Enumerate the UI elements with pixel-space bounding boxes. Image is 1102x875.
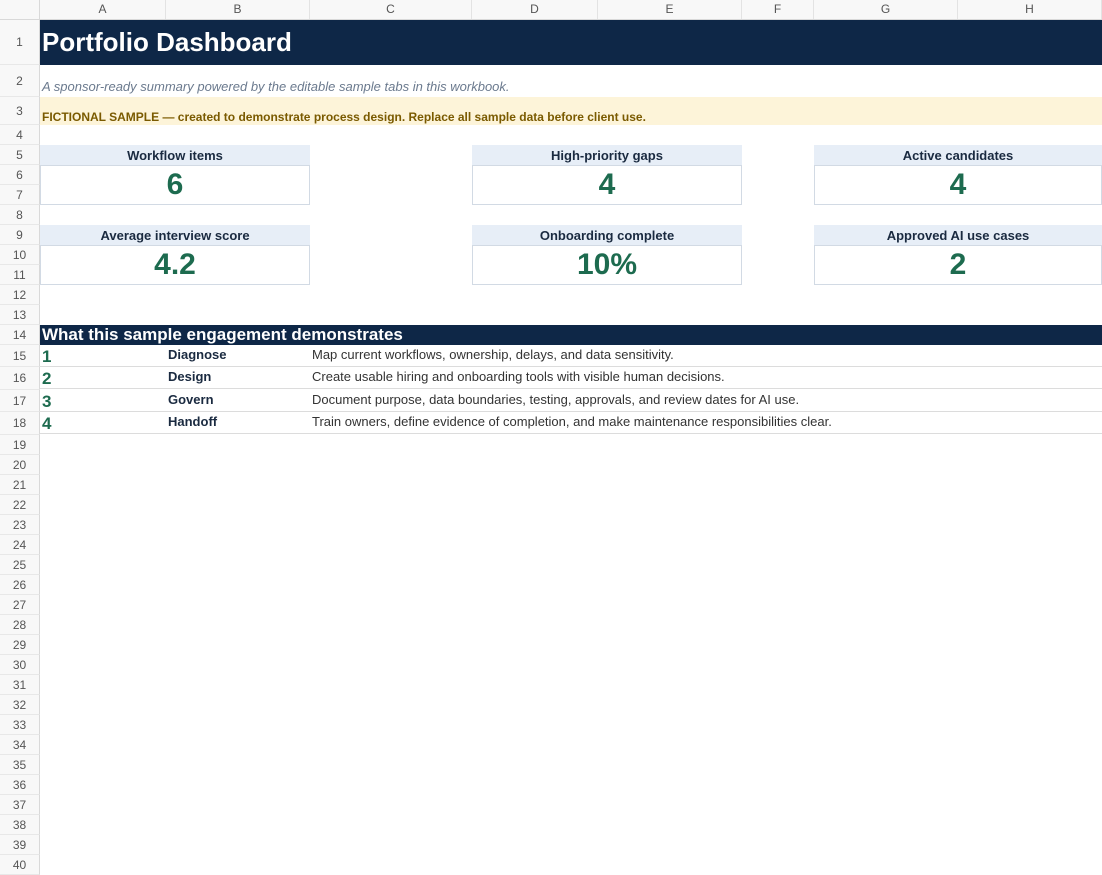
kpi-label-high-priority-gaps: High-priority gaps bbox=[472, 145, 742, 165]
row-header[interactable]: 8 bbox=[0, 205, 40, 225]
step-row[interactable]: 4 Handoff Train owners, define evidence … bbox=[40, 412, 1102, 434]
row-header[interactable]: 17 bbox=[0, 390, 40, 412]
select-all-corner[interactable] bbox=[0, 0, 40, 19]
subtitle: A sponsor-ready summary powered by the e… bbox=[42, 79, 510, 94]
row-header[interactable]: 37 bbox=[0, 795, 40, 815]
step-row[interactable]: 1 Diagnose Map current workflows, owners… bbox=[40, 345, 1102, 367]
step-description: Map current workflows, ownership, delays… bbox=[312, 347, 674, 362]
page-title: Portfolio Dashboard bbox=[42, 27, 292, 57]
kpi-value-high-priority-gaps[interactable]: 4 bbox=[472, 165, 742, 205]
step-row[interactable]: 2 Design Create usable hiring and onboar… bbox=[40, 367, 1102, 389]
kpi-label-workflow-items: Workflow items bbox=[40, 145, 310, 165]
step-name: Diagnose bbox=[168, 347, 227, 362]
kpi-label-onboarding-complete: Onboarding complete bbox=[472, 225, 742, 245]
kpi-label-average-interview-score: Average interview score bbox=[40, 225, 310, 245]
column-header-e[interactable]: E bbox=[598, 0, 742, 19]
row-header[interactable]: 27 bbox=[0, 595, 40, 615]
row-header[interactable]: 2 bbox=[0, 65, 40, 97]
step-name: Handoff bbox=[168, 414, 218, 429]
step-name: Design bbox=[168, 369, 212, 384]
row-header[interactable]: 35 bbox=[0, 755, 40, 775]
step-number: 3 bbox=[42, 392, 52, 411]
row-header[interactable]: 33 bbox=[0, 715, 40, 735]
row-header[interactable]: 39 bbox=[0, 835, 40, 855]
column-header-bar: A B C D E F G H bbox=[0, 0, 1102, 20]
column-header-h[interactable]: H bbox=[958, 0, 1102, 19]
row-header[interactable]: 31 bbox=[0, 675, 40, 695]
row-header[interactable]: 23 bbox=[0, 515, 40, 535]
row-header[interactable]: 10 bbox=[0, 245, 40, 265]
row-header[interactable]: 13 bbox=[0, 305, 40, 325]
step-number: 4 bbox=[42, 414, 52, 433]
column-header-a[interactable]: A bbox=[40, 0, 166, 19]
section-header-band: What this sample engagement demonstrates bbox=[40, 325, 1102, 345]
step-description: Train owners, define evidence of complet… bbox=[312, 414, 832, 429]
kpi-value-active-candidates[interactable]: 4 bbox=[814, 165, 1102, 205]
row-header[interactable]: 24 bbox=[0, 535, 40, 555]
step-description: Document purpose, data boundaries, testi… bbox=[312, 392, 800, 407]
row-header[interactable]: 34 bbox=[0, 735, 40, 755]
row-header[interactable]: 20 bbox=[0, 455, 40, 475]
row-header[interactable]: 38 bbox=[0, 815, 40, 835]
row-header[interactable]: 26 bbox=[0, 575, 40, 595]
row-header[interactable]: 12 bbox=[0, 285, 40, 305]
row-header[interactable]: 29 bbox=[0, 635, 40, 655]
column-header-d[interactable]: D bbox=[472, 0, 598, 19]
step-number: 1 bbox=[42, 347, 52, 366]
step-row[interactable]: 3 Govern Document purpose, data boundari… bbox=[40, 390, 1102, 412]
step-name: Govern bbox=[168, 392, 214, 407]
row-header[interactable]: 36 bbox=[0, 775, 40, 795]
row-header[interactable]: 11 bbox=[0, 265, 40, 285]
row-header[interactable]: 6 bbox=[0, 165, 40, 185]
row-header[interactable]: 7 bbox=[0, 185, 40, 205]
row-header[interactable]: 18 bbox=[0, 412, 40, 435]
row-header[interactable]: 25 bbox=[0, 555, 40, 575]
row-header[interactable]: 9 bbox=[0, 225, 40, 245]
kpi-value-average-interview-score[interactable]: 4.2 bbox=[40, 245, 310, 285]
row-header[interactable]: 14 bbox=[0, 325, 40, 345]
row-header[interactable]: 15 bbox=[0, 345, 40, 367]
row-header[interactable]: 4 bbox=[0, 125, 40, 145]
row-header[interactable]: 30 bbox=[0, 655, 40, 675]
row-header[interactable]: 3 bbox=[0, 97, 40, 125]
row-header[interactable]: 21 bbox=[0, 475, 40, 495]
step-description: Create usable hiring and onboarding tool… bbox=[312, 369, 725, 384]
section-title: What this sample engagement demonstrates bbox=[42, 325, 403, 344]
kpi-value-workflow-items[interactable]: 6 bbox=[40, 165, 310, 205]
column-header-f[interactable]: F bbox=[742, 0, 814, 19]
row-header[interactable]: 22 bbox=[0, 495, 40, 515]
column-header-g[interactable]: G bbox=[814, 0, 958, 19]
kpi-value-onboarding-complete[interactable]: 10% bbox=[472, 245, 742, 285]
column-header-c[interactable]: C bbox=[310, 0, 472, 19]
row-header[interactable]: 19 bbox=[0, 435, 40, 455]
row-header[interactable]: 32 bbox=[0, 695, 40, 715]
fictional-sample-notice: FICTIONAL SAMPLE — created to demonstrat… bbox=[42, 110, 646, 124]
step-number: 2 bbox=[42, 369, 52, 388]
kpi-value-approved-ai-use-cases[interactable]: 2 bbox=[814, 245, 1102, 285]
row-header[interactable]: 1 bbox=[0, 20, 40, 65]
kpi-label-active-candidates: Active candidates bbox=[814, 145, 1102, 165]
row-header[interactable]: 40 bbox=[0, 855, 40, 875]
kpi-label-approved-ai-use-cases: Approved AI use cases bbox=[814, 225, 1102, 245]
dashboard-title-band: Portfolio Dashboard bbox=[40, 20, 1102, 65]
column-header-b[interactable]: B bbox=[166, 0, 310, 19]
row-header[interactable]: 5 bbox=[0, 145, 40, 165]
row-header[interactable]: 16 bbox=[0, 367, 40, 390]
row-header[interactable]: 28 bbox=[0, 615, 40, 635]
